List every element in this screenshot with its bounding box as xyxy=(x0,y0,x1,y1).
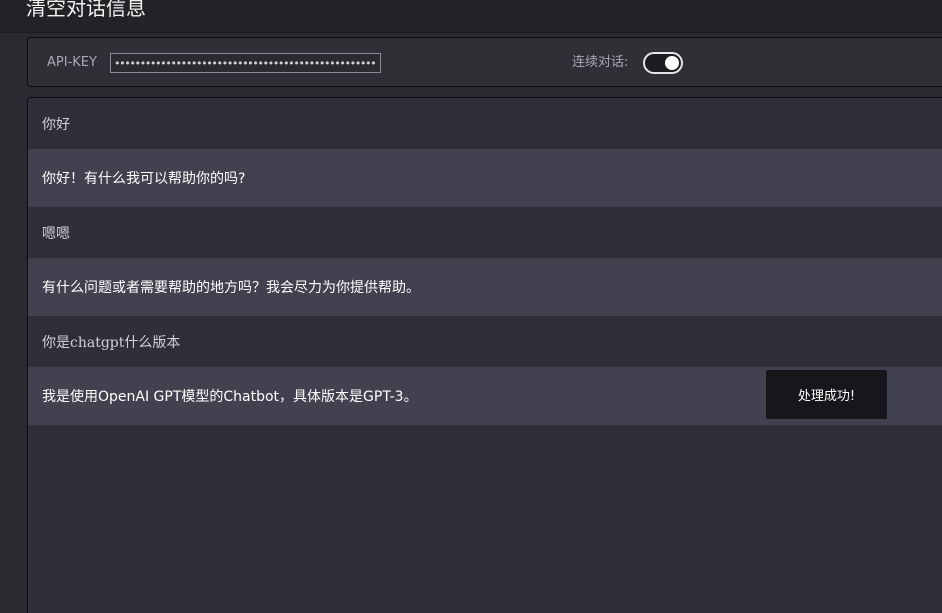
continuous-dialog-label: 连续对话: xyxy=(572,55,629,70)
success-toast: 处理成功! xyxy=(766,370,887,419)
message-text: 你好 xyxy=(42,116,70,133)
config-bar: API-KEY 连续对话: xyxy=(27,37,942,87)
message-text: 你好！有什么我可以帮助你的吗? xyxy=(42,171,246,187)
message-text: 我是使用OpenAI GPT模型的Chatbot，具体版本是GPT-3。 xyxy=(42,389,418,405)
api-key-input[interactable] xyxy=(110,53,381,73)
clear-conversation-button[interactable]: 清空对话信息 xyxy=(26,0,146,22)
chat-panel: 你好 你好！有什么我可以帮助你的吗? 嗯嗯 有什么问题或者需要帮助的地方吗？我会… xyxy=(27,97,942,613)
chat-app: 清空对话信息 API-KEY 连续对话: 你好 你好！有什么我可以帮助你的吗? … xyxy=(0,0,942,613)
message-text: 嗯嗯 xyxy=(42,225,70,242)
message-user: 嗯嗯 xyxy=(28,207,942,258)
message-text: 你是chatgpt什么版本 xyxy=(42,334,181,351)
message-user: 你是chatgpt什么版本 xyxy=(28,316,942,367)
api-key-label: API-KEY xyxy=(47,55,97,70)
toggle-knob xyxy=(665,56,679,70)
message-bot: 有什么问题或者需要帮助的地方吗？我会尽力为你提供帮助。 xyxy=(28,258,942,316)
message-bot: 你好！有什么我可以帮助你的吗? xyxy=(28,149,942,207)
continuous-dialog-toggle[interactable] xyxy=(643,52,683,74)
message-text: 有什么问题或者需要帮助的地方吗？我会尽力为你提供帮助。 xyxy=(42,280,420,296)
header-bar: 清空对话信息 xyxy=(0,0,942,33)
message-user: 你好 xyxy=(28,98,942,149)
